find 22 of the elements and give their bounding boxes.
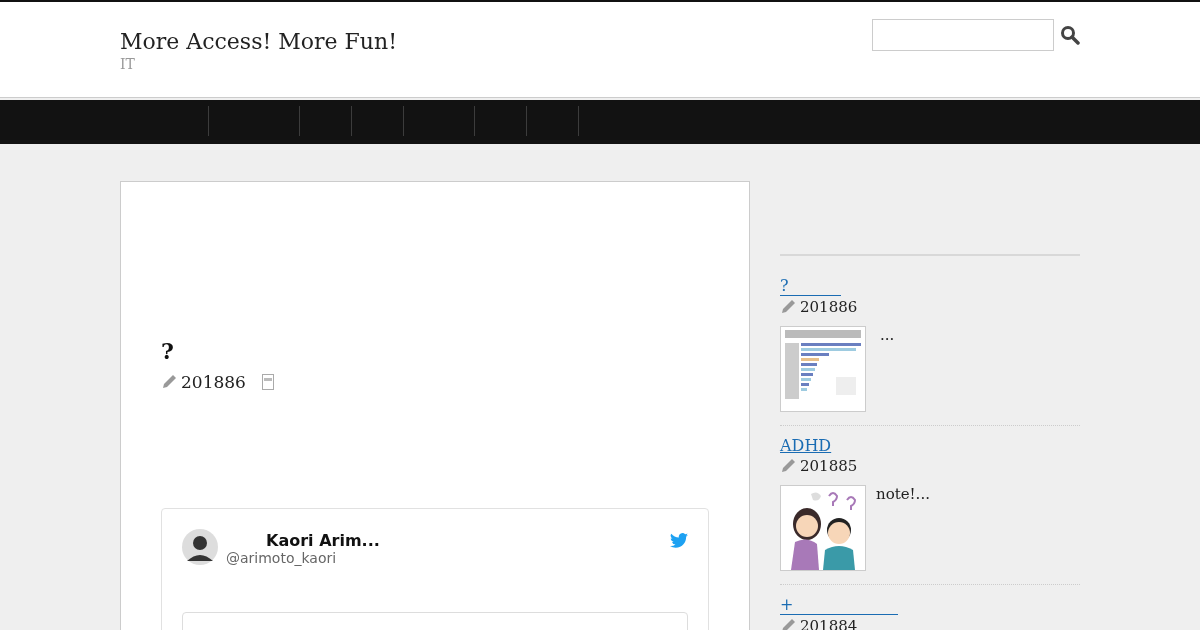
search-field[interactable] [872,19,1054,51]
search-icon[interactable] [1060,25,1080,45]
post-link[interactable]: ? [780,277,841,296]
post-link[interactable]: + [780,596,898,615]
account-handle[interactable]: @arimoto_kaori [226,550,670,566]
avatar [182,529,218,565]
bird-icon[interactable] [670,533,688,548]
site-tagline: IT [120,56,136,72]
post-date: 201885 [800,457,858,475]
article-title: ? [161,338,175,364]
post-date: 201886 [181,372,246,392]
pencil-icon [780,299,796,315]
post-link[interactable]: ADHD [780,437,832,455]
pencil-icon [780,458,796,474]
post-date: 201886 [800,298,858,316]
account-name[interactable]: Kaori Arim... [226,531,670,550]
pencil-icon [780,618,796,630]
post-excerpt: ... [880,326,895,346]
pencil-icon [161,374,177,390]
document-icon [261,374,274,390]
post-excerpt: note!... [876,485,930,505]
site-title[interactable]: More Access! More Fun! [120,29,397,54]
